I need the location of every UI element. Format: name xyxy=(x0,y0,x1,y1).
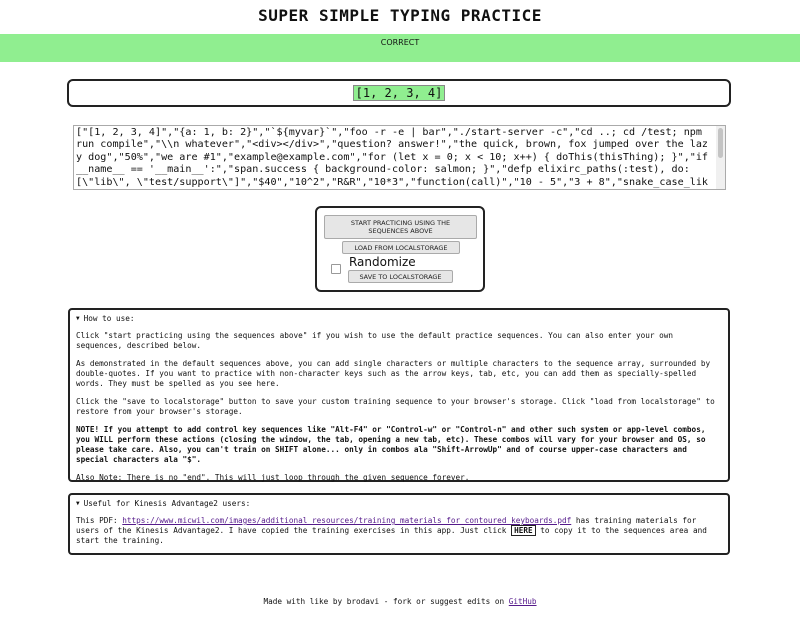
scrollbar-thumb[interactable] xyxy=(718,128,723,158)
howto-summary-label[interactable]: How to use: xyxy=(84,314,135,324)
copy-here-button[interactable]: HERE xyxy=(511,525,536,536)
kinesis-paragraph: This PDF: https://www.micwil.com/images/… xyxy=(76,516,722,546)
triangle-down-icon[interactable]: ▼ xyxy=(76,314,80,324)
sequences-scrollbar[interactable] xyxy=(716,126,725,189)
status-bar: CORRECT xyxy=(0,34,800,62)
howto-paragraph-3: Click the "save to localstorage" button … xyxy=(76,397,715,416)
howto-paragraph-2: As demonstrated in the default sequences… xyxy=(76,359,711,388)
start-practicing-button[interactable]: START PRACTICING USING THE SEQUENCES ABO… xyxy=(324,215,477,239)
kinesis-panel: ▼ Useful for Kinesis Advantage2 users: T… xyxy=(68,493,730,555)
howto-panel: ▼ How to use: Click "start practicing us… xyxy=(68,308,730,482)
sequences-textarea[interactable]: ["[1, 2, 3, 4]","{a: 1, b: 2}","`${myvar… xyxy=(73,125,726,190)
howto-summary[interactable]: ▼ How to use: xyxy=(76,314,722,324)
github-link[interactable]: GitHub xyxy=(509,597,537,606)
kinesis-prefix: This PDF: xyxy=(76,516,123,525)
howto-paragraph-1: Click "start practicing using the sequen… xyxy=(76,331,674,350)
howto-note: NOTE! If you attempt to add control key … xyxy=(76,425,706,464)
controls-box: START PRACTICING USING THE SEQUENCES ABO… xyxy=(315,206,485,292)
footer: Made with like by brodavi - fork or sugg… xyxy=(0,597,800,606)
status-text: CORRECT xyxy=(380,38,420,47)
load-localstorage-button[interactable]: LOAD FROM LOCALSTORAGE xyxy=(342,241,460,254)
current-sequence-box: [1, 2, 3, 4] xyxy=(67,79,731,107)
triangle-down-icon[interactable]: ▼ xyxy=(76,499,80,509)
kinesis-pdf-link[interactable]: https://www.micwil.com/images/additional… xyxy=(122,516,571,525)
howto-also-note: Also Note: There is no "end". This will … xyxy=(76,473,470,482)
kinesis-summary[interactable]: ▼ Useful for Kinesis Advantage2 users: xyxy=(76,499,722,509)
randomize-checkbox[interactable] xyxy=(331,264,341,274)
kinesis-summary-label[interactable]: Useful for Kinesis Advantage2 users: xyxy=(84,499,251,509)
save-localstorage-button[interactable]: SAVE TO LOCALSTORAGE xyxy=(348,270,453,283)
page-title: SUPER SIMPLE TYPING PRACTICE xyxy=(258,6,542,25)
current-sequence: [1, 2, 3, 4] xyxy=(352,85,446,101)
footer-text: Made with like by brodavi - fork or sugg… xyxy=(263,597,509,606)
